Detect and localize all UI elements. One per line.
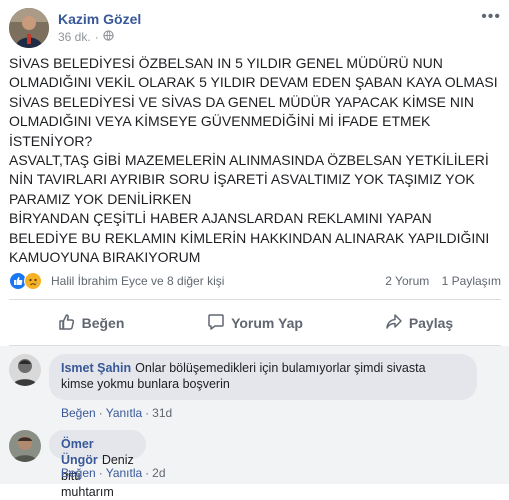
comments-count[interactable]: 2 Yorum (385, 274, 429, 288)
sad-reaction-icon (24, 272, 42, 290)
comment-bubble: Ismet Şahin Onlar bölüşemedikleri için bu… (49, 354, 477, 400)
comment-text-line1: Onlar bölüşemedikleri için bulamıyorlar … (135, 361, 426, 375)
author-avatar[interactable] (9, 8, 49, 48)
post-text: SİVAS BELEDİYESİ ÖZBELSAN IN 5 YILDIR GE… (9, 55, 498, 266)
globe-icon[interactable] (103, 30, 114, 44)
comments-section: Ismet Şahin Onlar bölüşemedikleri için bu… (0, 346, 509, 499)
comment-reply-link[interactable]: Yanıtla (106, 406, 142, 420)
meta-separator: · (94, 30, 99, 44)
comment-label: Yorum Yap (231, 315, 303, 331)
comment-button[interactable]: Yorum Yap (173, 302, 337, 344)
post-timestamp[interactable]: 36 dk. (58, 30, 91, 44)
comment-like-link[interactable]: Beğen (61, 466, 96, 480)
post-actions: Beğen Yorum Yap Paylaş (9, 302, 501, 344)
reaction-icons[interactable] (9, 272, 42, 290)
comment-like-link[interactable]: Beğen (61, 406, 96, 420)
comment-reply-link[interactable]: Yanıtla (106, 466, 142, 480)
comment-actions: Beğen · Yanıtla · 31d (61, 406, 173, 420)
post-header: Kazim Gözel 36 dk. · ••• (9, 8, 501, 48)
shares-count[interactable]: 1 Paylaşım (442, 274, 501, 288)
reactions-row: Halil İbrahim Eyce ve 8 diğer kişi 2 Yor… (9, 270, 501, 292)
post-meta: 36 dk. · (58, 30, 114, 44)
like-label: Beğen (81, 315, 125, 331)
comment-icon (207, 313, 225, 334)
commenter-avatar[interactable] (9, 430, 41, 462)
comment-time[interactable]: 2d (152, 466, 165, 480)
divider (9, 299, 501, 300)
comment-actions: Beğen · Yanıtla · 2d (61, 466, 166, 480)
post-author-name[interactable]: Kazim Gözel (58, 11, 141, 27)
thumbs-up-icon (58, 313, 76, 334)
commenter-name[interactable]: Ömer Üngör (61, 437, 98, 467)
reactors-text[interactable]: Halil İbrahim Eyce ve 8 diğer kişi (51, 274, 224, 288)
engagement-counts: 2 Yorum 1 Paylaşım (376, 274, 501, 288)
more-options-icon[interactable]: ••• (481, 8, 501, 26)
share-button[interactable]: Paylaş (337, 302, 501, 344)
share-label: Paylaş (408, 315, 454, 331)
comment-bubble: Ömer Üngör Deniz bitti muhtarım (49, 430, 146, 499)
comment-time[interactable]: 31d (152, 406, 172, 420)
like-button[interactable]: Beğen (9, 302, 173, 344)
commenter-name[interactable]: Ismet Şahin (61, 361, 131, 375)
share-icon (385, 313, 403, 334)
commenter-avatar[interactable] (9, 354, 41, 386)
comment-text-line2: kimse yokmu bunlara boşverin (61, 377, 230, 391)
